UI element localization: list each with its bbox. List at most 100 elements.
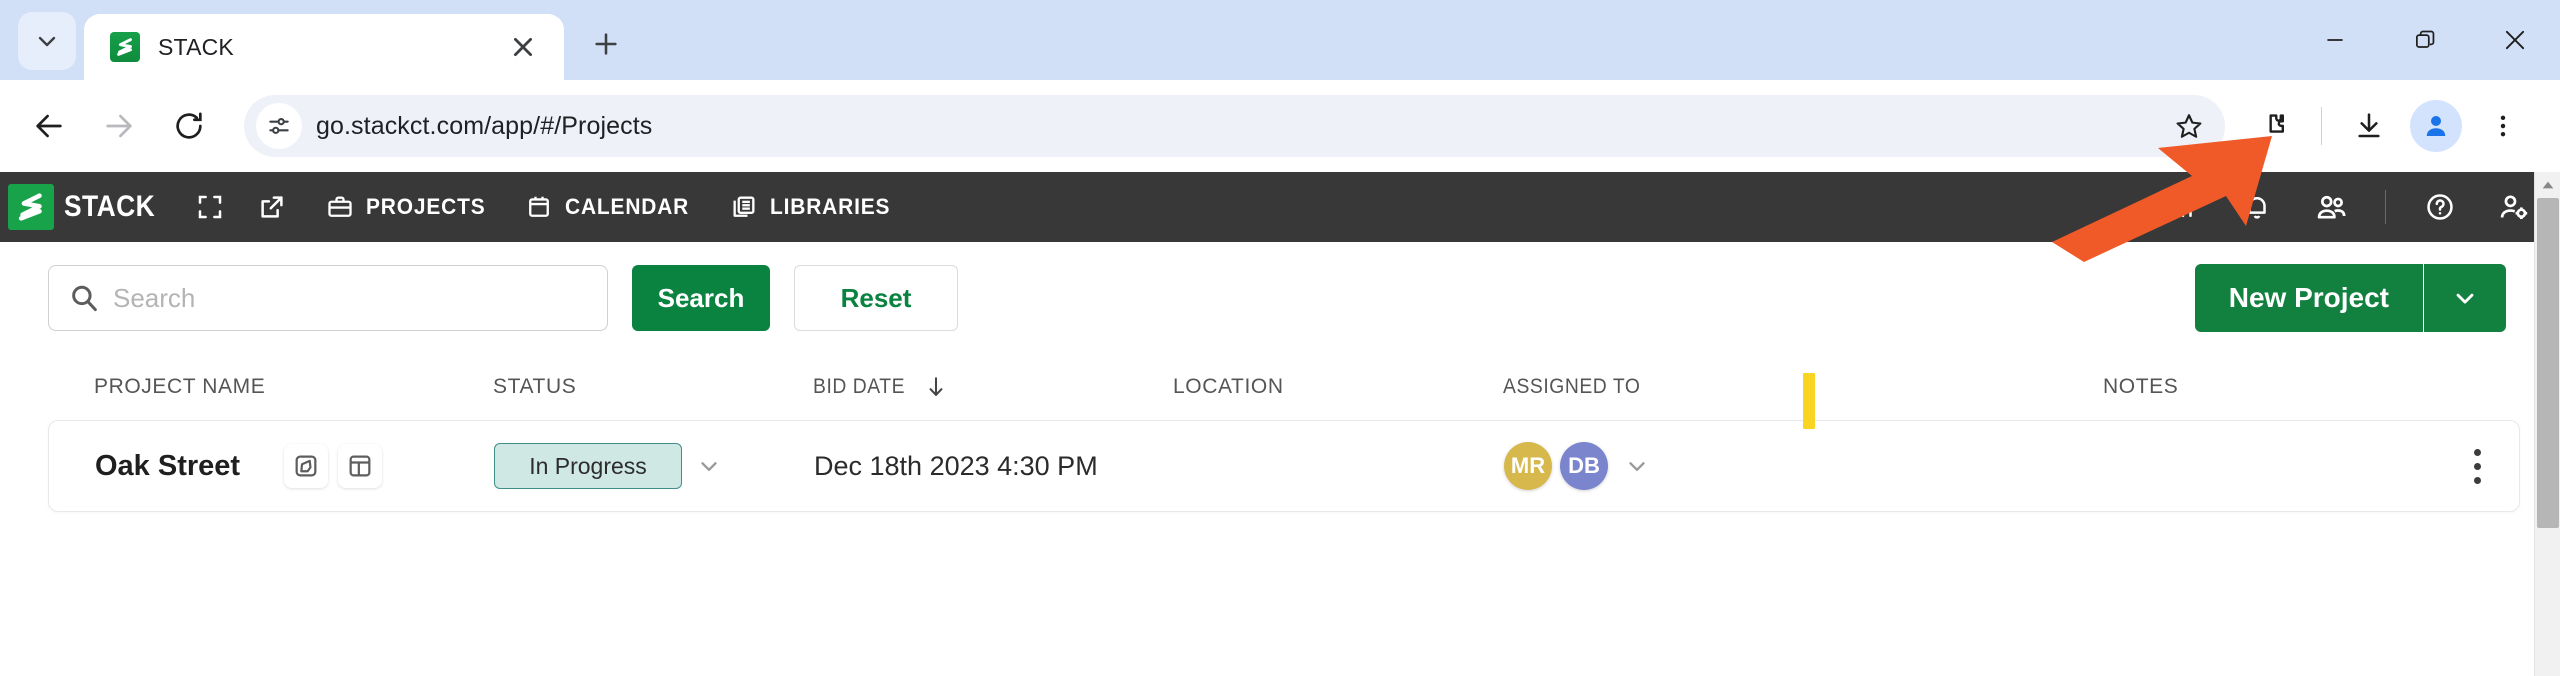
nav-link-label: CALENDAR <box>565 194 690 219</box>
header-project-name[interactable]: PROJECT NAME <box>94 375 265 398</box>
star-glyph <box>2176 114 2202 138</box>
reload-icon <box>176 112 202 139</box>
header-notes[interactable]: NOTES <box>2103 375 2178 398</box>
takeoff-polygon-icon[interactable] <box>284 444 329 488</box>
assigned-dropdown-chevron-down-icon[interactable] <box>1624 453 1650 479</box>
header-assigned-to[interactable]: ASSIGNED TO <box>1503 375 1640 399</box>
nav-link-label: LIBRARIES <box>770 194 891 219</box>
cell-bid-date: Dec 18th 2023 4:30 PM <box>814 450 1098 481</box>
forward-button[interactable] <box>86 93 152 159</box>
url-text: go.stackct.com/app/#/Projects <box>316 111 653 140</box>
table-header-row: PROJECT NAME STATUS BID DATE LOCATION AS… <box>48 354 2520 429</box>
people-icon[interactable] <box>2311 187 2351 227</box>
user-settings-icon[interactable] <box>2494 187 2534 227</box>
status-dropdown-chevron-down-icon[interactable] <box>696 453 722 479</box>
scroll-up-arrow-icon[interactable] <box>2535 172 2560 198</box>
calendar-icon <box>529 196 550 217</box>
open-external-icon[interactable] <box>252 187 292 227</box>
people-glyph <box>2317 195 2346 219</box>
brand[interactable]: STACK <box>0 184 168 230</box>
back-arrow-icon <box>36 114 62 138</box>
restore-icon <box>2416 30 2435 48</box>
close-window-button[interactable] <box>2470 0 2560 80</box>
notification-bell-icon[interactable] <box>2237 187 2277 227</box>
stack-logo-icon <box>8 184 54 230</box>
nav-link-libraries[interactable]: LIBRARIES <box>730 193 897 221</box>
chevron-down-icon <box>2456 293 2474 304</box>
restore-button[interactable] <box>2380 0 2470 80</box>
nav-link-label: PROJECTS <box>365 194 486 219</box>
projects-table: PROJECT NAME STATUS BID DATE LOCATION AS… <box>0 354 2560 512</box>
minimize-button[interactable] <box>2290 0 2380 80</box>
reset-button[interactable]: Reset <box>794 265 958 331</box>
stack-logo-glyph <box>18 193 42 221</box>
help-glyph <box>2427 194 2453 220</box>
search-field[interactable] <box>48 265 608 331</box>
header-status[interactable]: STATUS <box>493 375 576 398</box>
help-circle-icon[interactable] <box>2420 187 2460 227</box>
library-icon <box>733 196 755 217</box>
new-project-group: New Project <box>2194 264 2506 332</box>
cell-assigned-to: MR DB <box>1504 442 1804 490</box>
status-badge[interactable]: In Progress <box>494 443 682 489</box>
bookmark-star-icon[interactable] <box>2163 100 2215 152</box>
plus-icon <box>595 33 617 55</box>
cell-project-name: Oak Street <box>49 444 494 488</box>
scrollbar-thumb[interactable] <box>2537 198 2559 528</box>
bar-chart-glyph <box>2174 198 2192 217</box>
nav-link-projects[interactable]: PROJECTS <box>326 193 492 221</box>
site-settings-icon[interactable] <box>256 103 302 149</box>
back-button[interactable] <box>16 93 82 159</box>
magnifier-glyph <box>72 285 97 312</box>
downloads-button[interactable] <box>2338 95 2400 157</box>
plan-layout-icon[interactable] <box>338 444 383 488</box>
nav-link-calendar[interactable]: CALENDAR <box>525 193 696 221</box>
download-icon <box>2358 113 2380 138</box>
toolbar-divider <box>2321 107 2322 145</box>
sort-arrow-down-icon[interactable] <box>923 374 949 400</box>
browser-tab[interactable]: STACK <box>84 14 564 80</box>
puzzle-piece-icon <box>2269 114 2284 133</box>
magnifier-icon <box>67 281 101 315</box>
extensions-button[interactable] <box>2243 95 2305 157</box>
browser-menu-button[interactable] <box>2472 95 2534 157</box>
projects-toolbar: Search Reset New Project <box>0 242 2560 354</box>
avatar[interactable]: DB <box>1560 442 1608 490</box>
tab-search-button[interactable] <box>18 12 76 70</box>
briefcase-icon <box>327 196 352 217</box>
new-project-button[interactable]: New Project <box>2194 264 2423 332</box>
kebab-menu-icon[interactable] <box>2474 448 2481 484</box>
fullscreen-icon[interactable] <box>190 187 230 227</box>
chevron-down-icon <box>38 36 56 47</box>
profile-button[interactable] <box>2410 100 2462 152</box>
search-button[interactable]: Search <box>632 265 770 331</box>
page-scrollbar[interactable] <box>2534 172 2560 676</box>
tab-title: STACK <box>158 33 234 60</box>
user-settings-glyph <box>2500 195 2528 220</box>
close-glyph <box>514 38 532 56</box>
table-row[interactable]: Oak Street In Progress Dec 18th 2023 4:3… <box>48 420 2520 512</box>
window-controls <box>2290 0 2560 80</box>
avatar[interactable]: MR <box>1504 442 1552 490</box>
close-icon <box>2505 30 2525 50</box>
address-bar[interactable]: go.stackct.com/app/#/Projects <box>244 95 2225 157</box>
stack-logo-icon <box>110 32 140 62</box>
brand-text: STACK <box>64 190 156 223</box>
project-name-link[interactable]: Oak Street <box>95 450 240 483</box>
header-location[interactable]: LOCATION <box>1173 375 1284 398</box>
header-bid-date[interactable]: BID DATE <box>813 375 905 399</box>
new-project-dropdown-button[interactable] <box>2424 264 2506 332</box>
fullscreen-glyph <box>198 195 221 219</box>
forward-arrow-icon <box>106 114 132 138</box>
stack-app: STACK PROJECTS CALENDAR LIBRARIES Search… <box>0 172 2560 676</box>
open-external-glyph <box>260 196 283 218</box>
reload-button[interactable] <box>156 93 222 159</box>
sliders-glyph <box>269 118 289 134</box>
app-nav-bar: STACK PROJECTS CALENDAR LIBRARIES <box>0 172 2560 242</box>
cell-row-actions <box>1804 448 2519 484</box>
tab-strip: STACK <box>0 0 2560 80</box>
new-tab-button[interactable] <box>578 16 634 72</box>
reports-bar-chart-icon[interactable] <box>2163 187 2203 227</box>
close-icon[interactable] <box>504 28 542 66</box>
search-input[interactable] <box>113 282 589 314</box>
